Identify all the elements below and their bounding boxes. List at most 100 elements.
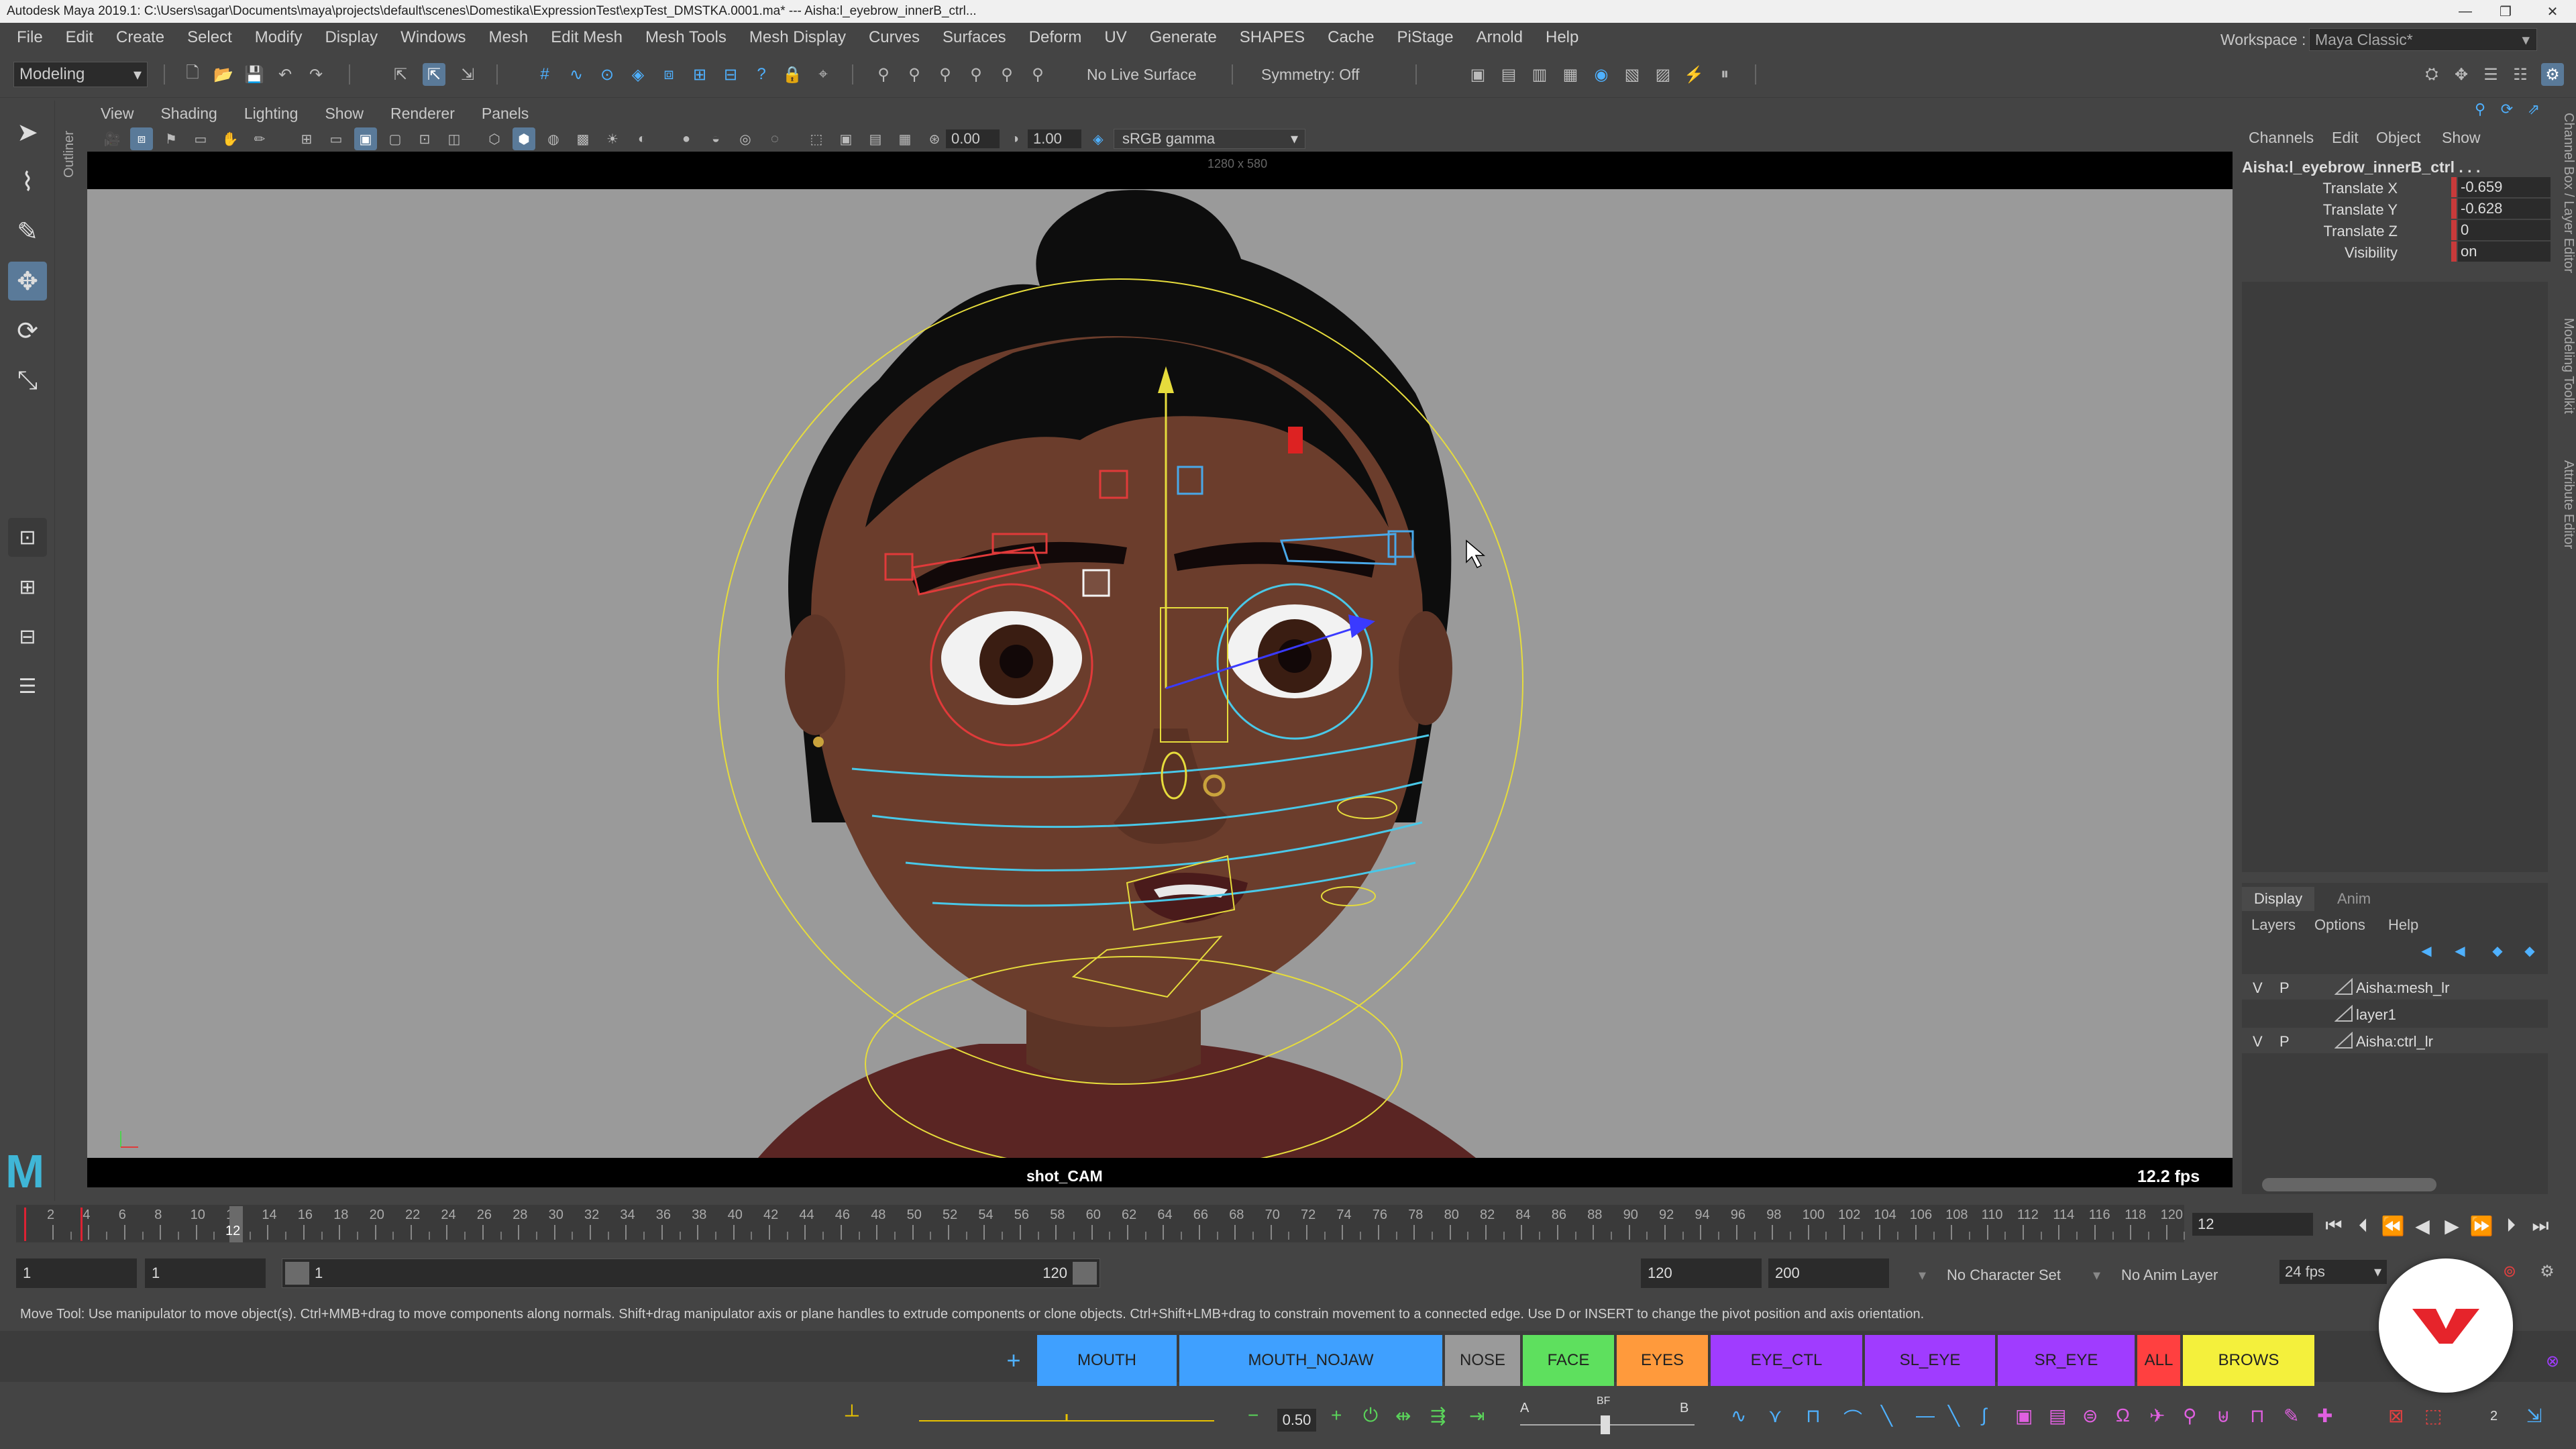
shelf-button-sl-eye[interactable]: SL_EYE (1865, 1335, 1995, 1386)
workspace-select[interactable]: Maya Classic* ▾ (2309, 28, 2537, 51)
chevron-down-icon[interactable]: ▾ (2093, 1267, 2100, 1284)
menu-select[interactable]: Select (176, 23, 244, 52)
cb-menu-show[interactable]: Show (2442, 129, 2481, 147)
shelf-button-nose[interactable]: NOSE (1445, 1335, 1520, 1386)
channel-box-icon[interactable]: ⚙ (2541, 63, 2564, 86)
menu-create[interactable]: Create (105, 23, 176, 52)
vp-menu-lighting[interactable]: Lighting (231, 101, 312, 126)
save-scene-icon[interactable]: 💾 (243, 63, 266, 86)
channel-value[interactable]: -0.659 (2458, 177, 2551, 197)
go-to-end-icon[interactable]: ⏭ (2529, 1214, 2552, 1237)
ambient-occlusion-icon[interactable]: ● (675, 127, 698, 150)
side-tab-channel-box[interactable]: Channel Box / Layer Editor (2553, 113, 2576, 287)
layer-menu-options[interactable]: Options (2314, 916, 2365, 934)
paint-select-tool-icon[interactable]: ✎ (8, 212, 47, 251)
color-management-icon[interactable]: ◈ (1087, 127, 1110, 150)
exposure-field[interactable]: 0.00 (946, 129, 1000, 148)
menu-edit[interactable]: Edit (54, 23, 105, 52)
xray-joints-icon[interactable]: ▤ (864, 127, 887, 150)
motion-blur-icon[interactable]: ◒ (704, 127, 727, 150)
render-globals-icon[interactable]: ▦ (1559, 63, 1582, 86)
shelf-button-eye-ctl[interactable]: EYE_CTL (1711, 1335, 1862, 1386)
menu-deform[interactable]: Deform (1018, 23, 1093, 52)
selected-object-name[interactable]: Aisha:l_eyebrow_innerB_ctrl . . . (2242, 158, 2480, 176)
layer-menu-layers[interactable]: Layers (2251, 916, 2296, 934)
menu-curves[interactable]: Curves (857, 23, 931, 52)
move-tool-icon[interactable]: ✥ (8, 262, 47, 301)
range-slider[interactable]: 1 120 (282, 1258, 1100, 1288)
breakdown-icon[interactable]: ⇹ (1395, 1405, 1411, 1427)
menu-file[interactable]: File (5, 23, 54, 52)
go-to-start-icon[interactable]: ⏮ (2322, 1214, 2345, 1237)
rebuild-icon[interactable]: ⊓ (2250, 1405, 2265, 1427)
curve-tangent-icon[interactable]: ∿ (1731, 1405, 1746, 1427)
layer-row[interactable]: layer1 (2242, 1001, 2548, 1026)
play-backwards-icon[interactable]: ◀ (2411, 1214, 2434, 1237)
shelf-button-mouth-nojaw[interactable]: MOUTH_NOJAW (1179, 1335, 1442, 1386)
2d-pan-icon[interactable]: ✋ (219, 127, 241, 150)
new-layer-icon[interactable]: ◆ (2486, 939, 2509, 962)
current-frame-field[interactable]: 12 (2192, 1213, 2313, 1236)
new-scene-icon[interactable]: 🗋 (181, 63, 204, 86)
channel-translate-x[interactable]: Translate X -0.659 (2242, 177, 2551, 199)
select-tool-icon[interactable]: ➤ (8, 113, 47, 152)
magnet-pose-icon[interactable]: Ω (2116, 1405, 2130, 1426)
step-forward-key-icon[interactable]: ⏩ (2470, 1214, 2493, 1237)
viewport-3d[interactable]: 1280 x 580 (87, 152, 2233, 1158)
modeling-toolkit-icon[interactable]: ⛭ (2420, 63, 2443, 86)
pause-icon[interactable]: ⏸ (1713, 63, 1736, 86)
shelf-button-mouth[interactable]: MOUTH (1037, 1335, 1177, 1386)
vp-menu-panels[interactable]: Panels (468, 101, 542, 126)
layer-tab-display[interactable]: Display (2242, 887, 2315, 911)
animation-end-field[interactable]: 200 (1768, 1258, 1889, 1288)
spline-tangent-icon[interactable]: ⌒ (1843, 1405, 1862, 1432)
render-view-icon[interactable]: ▣ (1466, 63, 1489, 86)
vp-menu-shading[interactable]: Shading (147, 101, 230, 126)
step-tangent-icon[interactable]: ⊓ (1806, 1405, 1821, 1427)
select-hierarchy-icon[interactable]: ⇱ (389, 63, 412, 86)
menu-pistage[interactable]: PiStage (1386, 23, 1465, 52)
resolution-gate-icon[interactable]: ▣ (354, 127, 377, 150)
minus-icon[interactable]: − (1248, 1405, 1258, 1426)
outliner-tab[interactable]: Outliner (62, 104, 80, 178)
plus-icon[interactable]: + (1331, 1405, 1342, 1426)
new-layer-selected-icon[interactable]: ◆ (2518, 939, 2541, 962)
arc-tracker-icon[interactable]: ⚲ (2183, 1405, 2197, 1427)
gamma-field[interactable]: 1.00 (1028, 129, 1081, 148)
menu-mesh[interactable]: Mesh (478, 23, 540, 52)
step-back-key-icon[interactable]: ⏪ (2381, 1214, 2405, 1237)
open-scene-icon[interactable]: 📂 (212, 63, 235, 86)
step-forward-frame-icon[interactable]: ⏵ (2500, 1214, 2522, 1237)
select-component-icon[interactable]: ⇲ (456, 63, 479, 86)
add-shelf-button[interactable]: + (997, 1335, 1030, 1386)
menu-mesh-tools[interactable]: Mesh Tools (634, 23, 738, 52)
arnold-render-icon[interactable]: ▧ (1621, 63, 1644, 86)
arnold-light-icon[interactable]: ⚡ (1682, 63, 1705, 86)
move-layer-down-icon[interactable]: ◀ (2449, 939, 2471, 962)
textured-icon[interactable]: ▩ (572, 127, 594, 150)
snap-live-icon[interactable]: ⊞ (688, 63, 711, 86)
animation-start-field[interactable]: 1 (16, 1258, 137, 1288)
match-icon[interactable]: ⇥ (1469, 1405, 1485, 1427)
layer-tab-anim[interactable]: Anim (2325, 887, 2383, 911)
wireframe-on-shaded-icon[interactable]: ◍ (542, 127, 565, 150)
shelf-button-sr-eye[interactable]: SR_EYE (1998, 1335, 2135, 1386)
move-layer-up-icon[interactable]: ◀ (2415, 939, 2438, 962)
flat-tangent-icon[interactable]: — (1916, 1405, 1935, 1426)
layer-playback-toggle[interactable]: P (2279, 1033, 2290, 1051)
menu-set-select[interactable]: Modeling ▾ (13, 62, 148, 87)
layer-editor-scrollbar[interactable] (2262, 1178, 2436, 1191)
render-frame-icon[interactable]: ▤ (1497, 63, 1520, 86)
arnold-ipr-icon[interactable]: ▨ (1652, 63, 1674, 86)
ease-slider[interactable] (919, 1413, 1214, 1426)
delete-key-icon[interactable]: ⊠ (2388, 1405, 2404, 1427)
channel-value[interactable]: on (2458, 241, 2551, 262)
gate-mask-icon[interactable]: ▢ (384, 127, 407, 150)
menu-uv[interactable]: UV (1093, 23, 1138, 52)
range-slider-start-handle[interactable] (285, 1262, 309, 1285)
snap-curve-icon[interactable]: ∿ (565, 63, 588, 86)
cb-menu-object[interactable]: Object (2376, 129, 2420, 147)
attribute-editor-icon[interactable]: ☰ (2479, 63, 2502, 86)
layout-outliner-icon[interactable]: ☰ (8, 667, 47, 706)
pencil-icon[interactable]: ✎ (2284, 1405, 2299, 1427)
